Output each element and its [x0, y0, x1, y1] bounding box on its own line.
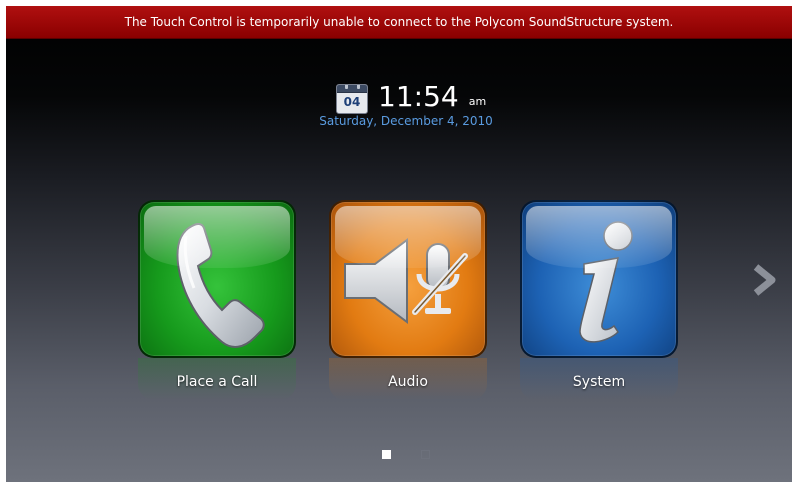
clock-date: Saturday, December 4, 2010: [319, 114, 493, 128]
page-dot-2[interactable]: [421, 450, 430, 459]
page-indicator: [382, 450, 430, 459]
system-label: System: [572, 374, 626, 390]
audio-tile[interactable]: Audio: [329, 200, 487, 400]
place-call-label: Place a Call: [176, 374, 258, 390]
phone-icon: [176, 222, 265, 348]
connection-error-banner: The Touch Control is temporarily unable …: [6, 6, 792, 39]
calendar-day: 04: [343, 95, 361, 109]
system-tile[interactable]: System: [520, 200, 678, 400]
clock: 04 11:54 am: [336, 78, 486, 114]
system-button[interactable]: [520, 200, 678, 358]
speaker-mute-icon: [344, 238, 468, 324]
chevron-right-icon[interactable]: [750, 264, 778, 296]
place-call-button[interactable]: [138, 200, 296, 358]
touch-control-screen: The Touch Control is temporarily unable …: [6, 6, 792, 482]
place-call-tile[interactable]: Place a Call: [138, 200, 296, 400]
audio-button[interactable]: [329, 200, 487, 358]
calendar-icon: 04: [336, 84, 368, 114]
info-icon: [579, 221, 633, 343]
audio-label: Audio: [388, 374, 428, 390]
page-dot-1[interactable]: [382, 450, 391, 459]
clock-ampm: am: [468, 95, 487, 108]
clock-time: 11:54: [378, 80, 459, 113]
